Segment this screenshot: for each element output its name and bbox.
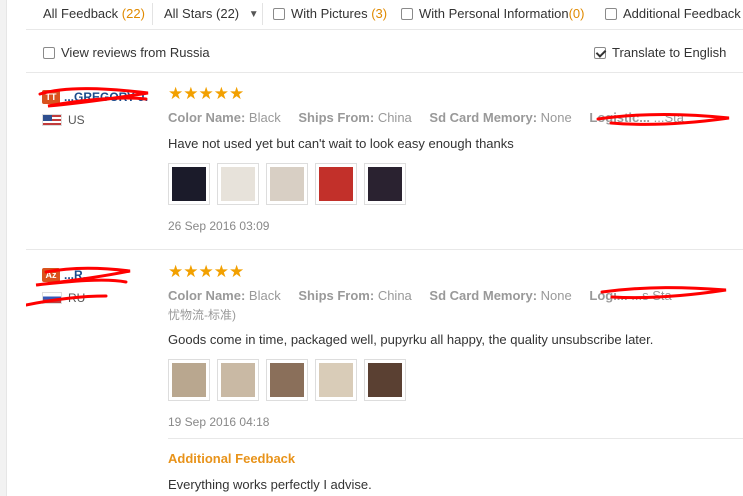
filter-with-pictures[interactable]: With Pictures (3) [273,5,387,23]
order-attributes: Color Name: Black Ships From: China Sd C… [168,109,743,127]
review-photo-thumb[interactable] [168,163,210,205]
reviewer-country: US [42,113,162,127]
filter-all-feedback-count: (22) [121,6,145,21]
attr-ships-value: China [377,110,412,125]
view-russia-checkbox[interactable] [43,47,55,59]
attr-ships-value: China [377,288,412,303]
filter-with-pictures-count: (3) [371,6,388,21]
filter-with-personal-info-count: (0) [568,6,585,21]
attr-color-value: Black [248,110,281,125]
review-text: Goods come in time, packaged well, pupyr… [168,332,654,347]
option-view-russia-label: View reviews from Russia [61,45,210,60]
photo-placeholder [172,167,206,201]
options-row: View reviews from Russia Translate to En… [26,36,743,73]
review-photos [168,163,743,205]
review-photo-thumb[interactable] [315,359,357,401]
reviewer-name-row: Az ...R. [42,266,162,284]
feedback-panel: All Feedback (22) All Stars (22) ▼ With … [26,0,743,496]
option-translate-label: Translate to English [612,45,727,60]
chevron-down-icon: ▼ [248,9,259,20]
review-photo-thumb[interactable] [315,163,357,205]
attr-color-value: Black [248,288,281,303]
additional-feedback-section: Additional Feedback Everything works per… [168,438,743,496]
photo-placeholder [319,167,353,201]
attr-logistic-label: Logi... [589,288,628,303]
star-rating: ★★★★★ [168,262,245,281]
reviewer-country: RU [42,291,162,305]
attr-logistic-value: ...Sta [653,110,685,125]
logistic-extra-line: 忧物流-标准) [168,308,236,322]
review-photo-thumb[interactable] [364,359,406,401]
photo-placeholder [221,363,255,397]
attr-sd-value: None [540,288,572,303]
photo-placeholder [270,167,304,201]
attr-sd-label: Sd Card Memory: [429,110,538,125]
photo-placeholder [172,363,206,397]
attr-ships-label: Ships From: [298,110,375,125]
additional-feedback-text: Everything works perfectly I advise. [168,477,372,492]
left-edge-strip [0,0,7,496]
filter-additional-feedback-label: Additional Feedback [623,6,741,21]
reviewer-country-code: US [68,113,85,127]
photo-placeholder [221,167,255,201]
filter-bar: All Feedback (22) All Stars (22) ▼ With … [26,0,743,30]
review-photo-thumb[interactable] [266,359,308,401]
attr-sd-label: Sd Card Memory: [429,288,538,303]
order-attributes: Color Name: Black Ships From: China Sd C… [168,287,743,305]
reviewer-name-row: TT ...GREGORY J. [42,88,162,106]
filter-all-feedback[interactable]: All Feedback (22) [43,5,145,23]
review-item: Az ...R. RU ★★★★★ Color Name: Black Ship… [26,262,743,496]
attr-logistic-value: ...s Sta [631,288,672,303]
with-pictures-checkbox[interactable] [273,8,285,20]
attr-logistic-label: Logistic... [589,110,651,125]
reviewer-name[interactable]: ...R. [64,268,86,282]
photo-placeholder [368,167,402,201]
filter-additional-feedback[interactable]: Additional Feedback [605,5,741,23]
review-date: 19 Sep 2016 04:18 [168,415,270,429]
reviewer-info: TT ...GREGORY J. US [42,88,162,127]
review-photo-thumb[interactable] [217,359,259,401]
attr-color-label: Color Name: [168,110,246,125]
reviewer-info: Az ...R. RU [42,266,162,305]
review-photo-thumb[interactable] [266,163,308,205]
attr-ships-label: Ships From: [298,288,375,303]
additional-feedback-checkbox[interactable] [605,8,617,20]
attr-color-label: Color Name: [168,288,246,303]
review-photo-thumb[interactable] [217,163,259,205]
filter-all-stars-dropdown[interactable]: All Stars (22) ▼ [164,5,259,25]
review-content: ★★★★★ Color Name: Black Ships From: Chin… [168,262,743,429]
filter-with-pictures-label: With Pictures [291,6,368,21]
review-item: TT ...GREGORY J. US ★★★★★ Color Name: Bl… [26,84,743,250]
us-flag-icon [42,114,62,126]
reviewer-country-code: RU [68,291,86,305]
with-personal-info-checkbox[interactable] [401,8,413,20]
reviewer-name[interactable]: ...GREGORY J. [64,90,148,104]
attr-sd-value: None [540,110,572,125]
filter-with-personal-info[interactable]: With Personal Information(0) [401,5,584,23]
filter-divider [262,3,263,25]
review-content: ★★★★★ Color Name: Black Ships From: Chin… [168,84,743,233]
photo-placeholder [319,363,353,397]
option-translate[interactable]: Translate to English [594,44,726,62]
photo-placeholder [368,363,402,397]
star-rating: ★★★★★ [168,84,245,103]
filter-with-personal-info-label: With Personal Information [419,6,569,21]
reviewer-level-badge: Az [42,268,60,282]
filter-divider [152,3,153,25]
option-view-russia[interactable]: View reviews from Russia [43,44,210,62]
review-photo-thumb[interactable] [168,359,210,401]
reviewer-level-badge: TT [42,90,60,104]
filter-all-stars-label: All Stars (22) [164,6,240,21]
ru-flag-icon [42,292,62,304]
review-photos [168,359,743,401]
review-date: 26 Sep 2016 03:09 [168,219,270,233]
additional-feedback-title: Additional Feedback [168,451,296,466]
translate-checkbox[interactable] [594,47,606,59]
review-photo-thumb[interactable] [364,163,406,205]
photo-placeholder [270,363,304,397]
review-text: Have not used yet but can't wait to look… [168,136,514,151]
filter-all-feedback-label: All Feedback [43,6,119,21]
